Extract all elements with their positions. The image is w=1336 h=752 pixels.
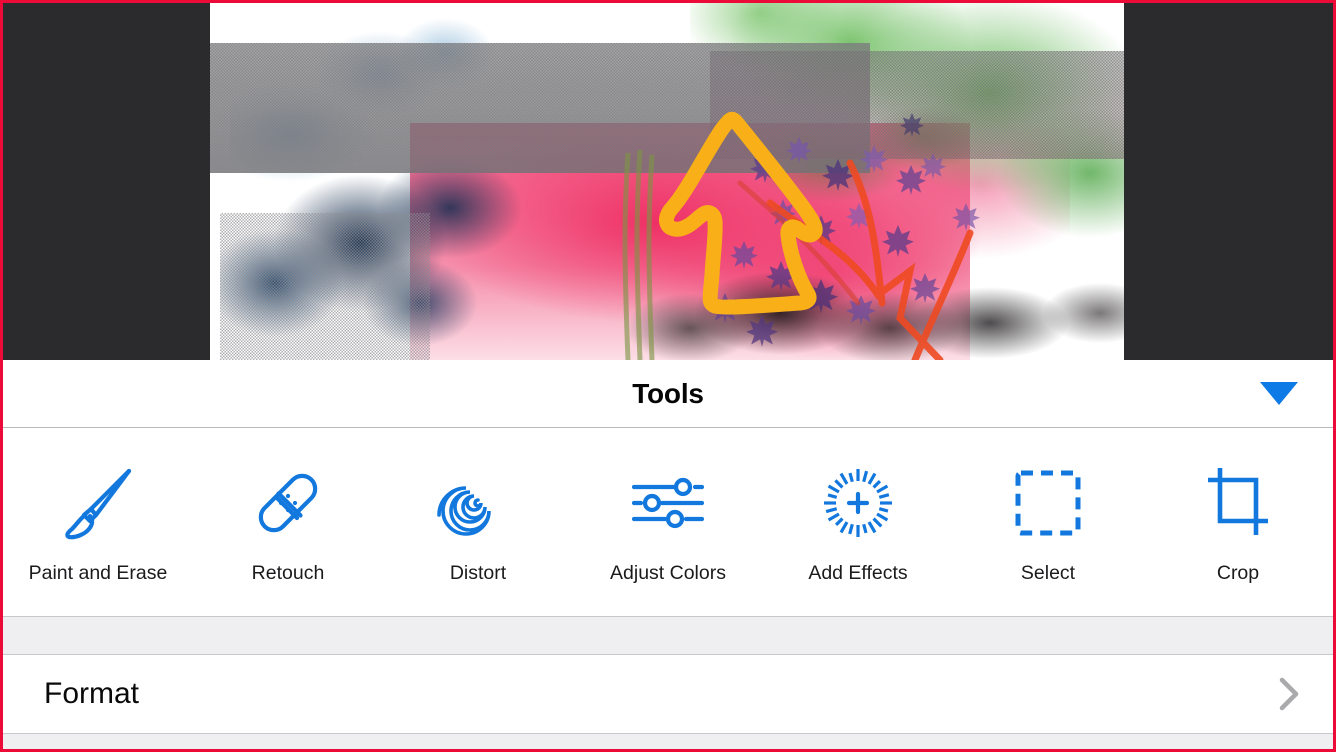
paintbrush-icon xyxy=(54,461,142,545)
starburst-plus-icon xyxy=(814,461,902,545)
tool-label: Adjust Colors xyxy=(610,562,726,584)
tool-label: Add Effects xyxy=(808,562,908,584)
tools-row: Paint and Erase Retouch Distort Adjust C… xyxy=(3,429,1333,617)
panel-header: Tools xyxy=(3,360,1333,428)
tool-retouch[interactable]: Retouch xyxy=(193,429,383,617)
tool-select[interactable]: Select xyxy=(953,429,1143,617)
image-canvas-area[interactable] xyxy=(3,3,1333,360)
section-separator xyxy=(3,616,1333,655)
tool-label: Distort xyxy=(449,562,507,584)
format-row[interactable]: Format xyxy=(3,655,1333,733)
bandage-icon xyxy=(244,461,332,545)
tool-add-effects[interactable]: Add Effects xyxy=(763,429,953,617)
sliders-icon xyxy=(624,461,712,545)
spiral-icon xyxy=(434,461,522,545)
chevron-right-icon xyxy=(1279,677,1299,711)
tool-crop[interactable]: Crop xyxy=(1143,429,1333,617)
tool-adjust-colors[interactable]: Adjust Colors xyxy=(573,429,763,617)
artboard[interactable] xyxy=(210,3,1124,360)
tool-label: Retouch xyxy=(251,562,325,584)
page-title: Tools xyxy=(632,377,704,409)
tool-label: Crop xyxy=(1216,562,1260,584)
tool-label: Select xyxy=(1020,562,1076,584)
orange-lasso-outline xyxy=(659,111,823,315)
crop-marks-icon xyxy=(1194,461,1282,545)
tool-paint-and-erase[interactable]: Paint and Erase xyxy=(3,429,193,617)
tool-label: Paint and Erase xyxy=(28,562,168,584)
triangle-down-icon xyxy=(1260,382,1298,405)
bottom-separator xyxy=(3,733,1333,749)
dashed-square-icon xyxy=(1004,461,1092,545)
tools-panel-screen: Tools Paint and Erase Retouch Distort Ad… xyxy=(0,0,1336,752)
collapse-panel-button[interactable] xyxy=(1258,373,1300,415)
format-label: Format xyxy=(44,677,140,710)
tool-distort[interactable]: Distort xyxy=(383,429,573,617)
